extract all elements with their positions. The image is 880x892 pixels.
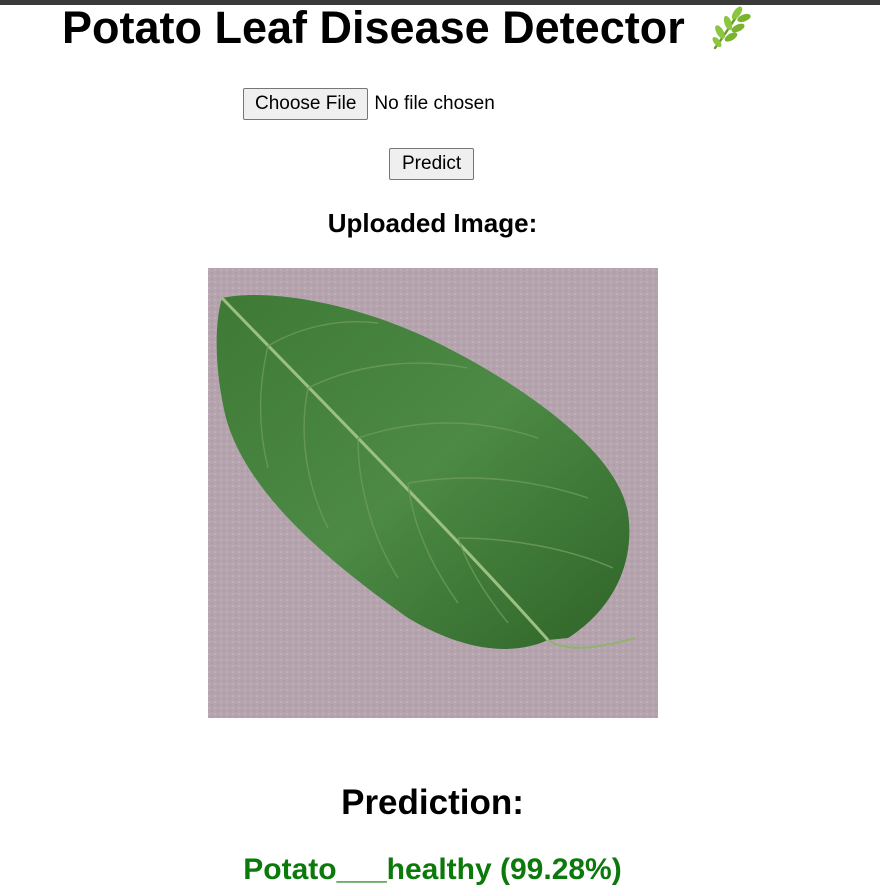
- uploaded-leaf-image: [208, 268, 658, 718]
- herb-icon: [707, 4, 751, 52]
- page: Potato Leaf Disease Detector Choose File…: [0, 0, 880, 892]
- uploaded-image-heading: Uploaded Image:: [327, 208, 538, 238]
- predict-button[interactable]: Predict: [389, 148, 475, 180]
- prediction-result: Potato___healthy (99.28%): [243, 853, 622, 886]
- prediction-heading: Prediction:: [341, 783, 524, 822]
- file-status-text: No file chosen: [374, 93, 495, 114]
- file-input-row: Choose File No file chosen: [243, 88, 495, 120]
- choose-file-button[interactable]: Choose File: [243, 88, 369, 120]
- page-title-text: Potato Leaf Disease Detector: [62, 2, 685, 53]
- page-title: Potato Leaf Disease Detector: [62, 1, 751, 55]
